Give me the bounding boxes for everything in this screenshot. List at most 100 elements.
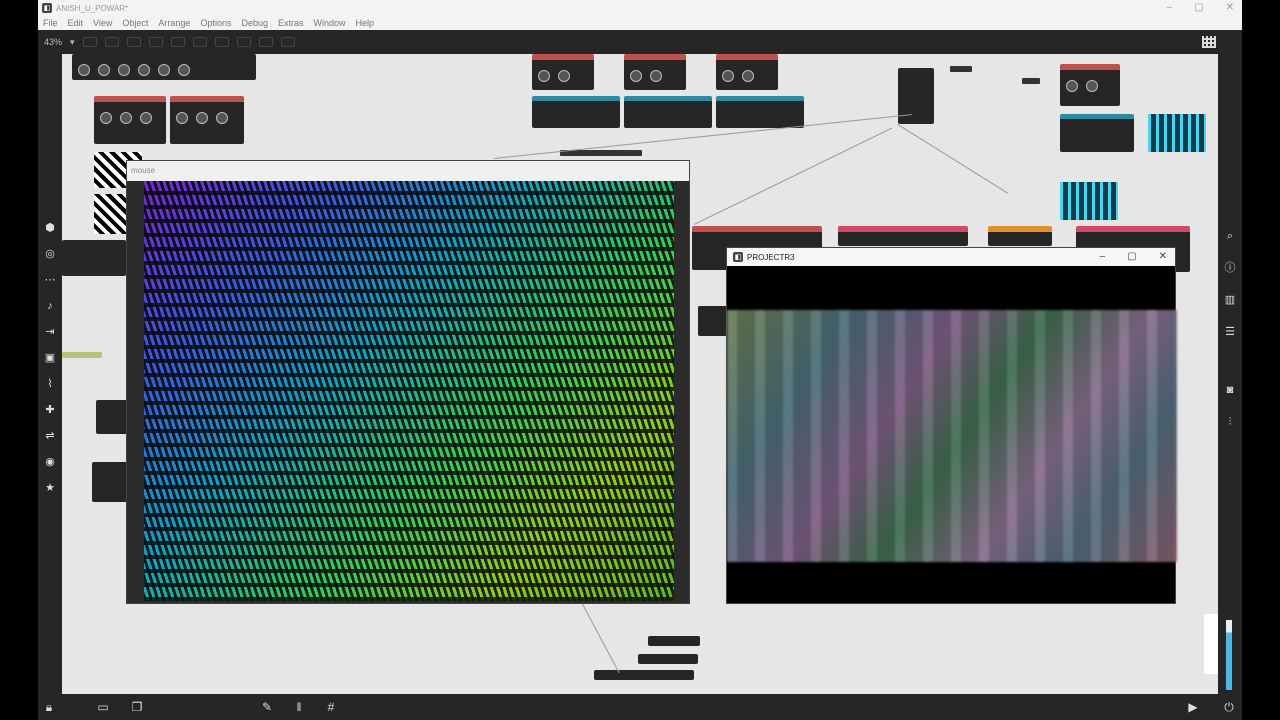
level-meter[interactable]	[1204, 614, 1218, 674]
bars-icon[interactable]: ‖	[292, 700, 306, 714]
toolbar-button[interactable]	[148, 37, 163, 47]
maximize-button[interactable]: ▢	[1127, 251, 1136, 262]
projector-title-bar: ◧ PROJECTR3 – ▢ ✕	[727, 248, 1175, 266]
texture-preview	[94, 194, 126, 234]
projector-window[interactable]: ◧ PROJECTR3 – ▢ ✕	[726, 247, 1177, 604]
left-sidebar: ⬢ ◎ ⋯ ♪ ⇥ ▣ ⌇ ✚ ⇌ ◉ ★	[38, 54, 62, 694]
patch-object[interactable]	[96, 400, 128, 434]
patch-object[interactable]	[624, 54, 686, 90]
patch-object[interactable]	[716, 96, 804, 128]
menu-arrange[interactable]: Arrange	[158, 18, 190, 28]
toolbar-button[interactable]	[280, 37, 295, 47]
projector-render-view[interactable]	[727, 310, 1177, 562]
menu-edit[interactable]: Edit	[68, 18, 84, 28]
star-icon[interactable]: ★	[44, 482, 56, 494]
mouse-render-view[interactable]	[144, 181, 674, 601]
patch-object[interactable]	[988, 226, 1052, 246]
app-icon: ◧	[733, 252, 743, 262]
patch-object[interactable]	[1060, 114, 1134, 152]
presentation-icon[interactable]: ▭	[96, 700, 110, 714]
menu-help[interactable]: Help	[356, 18, 375, 28]
toolbar-button[interactable]	[192, 37, 207, 47]
projector-controls: – ▢ ✕	[1100, 251, 1167, 262]
play-icon[interactable]: ▶	[1186, 700, 1200, 714]
minimize-button[interactable]: –	[1100, 251, 1106, 262]
patch-object[interactable]	[532, 96, 620, 128]
window-controls: – ▢ ✕	[1167, 2, 1234, 13]
toolbar-button[interactable]	[126, 37, 141, 47]
right-sidebar: ⌕ ⓘ ▥ ☰ ◙ ⫶	[1218, 54, 1242, 694]
patch-object[interactable]	[1060, 64, 1120, 106]
grid-icon[interactable]: #	[324, 700, 338, 714]
mouse-window[interactable]: mouse	[126, 160, 690, 604]
title-bar: ◧ ANISH_U_POWAR* – ▢ ✕	[38, 0, 1242, 16]
patch-object[interactable]	[698, 306, 728, 336]
message-box[interactable]	[950, 66, 972, 72]
windows-icon[interactable]: ❐	[130, 700, 144, 714]
patch-object[interactable]	[170, 96, 244, 144]
menu-view[interactable]: View	[93, 18, 112, 28]
toolbar-button[interactable]	[214, 37, 229, 47]
info-icon[interactable]: ⓘ	[1224, 262, 1236, 274]
menu-debug[interactable]: Debug	[241, 18, 268, 28]
patch-object[interactable]	[838, 226, 968, 246]
book-icon[interactable]: ▥	[1224, 294, 1236, 306]
patch-cord[interactable]	[581, 602, 620, 674]
zoom-level[interactable]: 43%	[44, 37, 62, 47]
grid-icon[interactable]	[1202, 36, 1216, 48]
step-icon[interactable]: ⇥	[44, 326, 56, 338]
note-icon[interactable]: ♪	[44, 300, 56, 312]
menu-options[interactable]: Options	[200, 18, 231, 28]
toolbar-button[interactable]	[82, 37, 97, 47]
camera-icon[interactable]: ◙	[1224, 384, 1236, 396]
patch-object[interactable]	[92, 462, 128, 502]
image-icon[interactable]: ▣	[44, 352, 56, 364]
menu-file[interactable]: File	[43, 18, 58, 28]
patch-object[interactable]	[532, 54, 594, 90]
bottom-toolbar: 🔒︎ ▭ ❐ ✎ ‖ # ▶ ⏻	[38, 694, 1242, 720]
toolbar-button[interactable]	[104, 37, 119, 47]
menu-object[interactable]: Object	[122, 18, 148, 28]
sliders-icon[interactable]: ⫶	[1224, 416, 1236, 428]
menu-bar: File Edit View Object Arrange Options De…	[38, 16, 1242, 30]
step-icon[interactable]: ⋯	[44, 274, 56, 286]
maximize-button[interactable]: ▢	[1194, 2, 1203, 13]
close-button[interactable]: ✕	[1226, 2, 1234, 13]
patch-object[interactable]	[72, 54, 256, 80]
patch-object[interactable]	[594, 670, 694, 680]
paperclip-icon[interactable]: ⌇	[44, 378, 56, 390]
wrench-icon[interactable]: ✎	[260, 700, 274, 714]
circle-icon[interactable]: ◉	[44, 456, 56, 468]
patch-object[interactable]	[94, 96, 166, 144]
toolbar-button[interactable]	[170, 37, 185, 47]
message-box[interactable]	[62, 352, 102, 358]
patch-cord[interactable]	[694, 127, 893, 225]
patch-object[interactable]	[624, 96, 712, 128]
search-icon[interactable]: ⌕	[1224, 230, 1236, 242]
toolbar: 43% ▾	[38, 30, 1242, 54]
list-icon[interactable]: ☰	[1224, 326, 1236, 338]
toolbar-button[interactable]	[258, 37, 273, 47]
chevron-down-icon[interactable]: ▾	[70, 37, 75, 48]
level-meter	[1226, 620, 1232, 690]
menu-extras[interactable]: Extras	[278, 18, 304, 28]
menu-window[interactable]: Window	[314, 18, 346, 28]
cube-icon[interactable]: ⬢	[44, 222, 56, 234]
patch-object[interactable]	[62, 240, 126, 276]
target-icon[interactable]: ◎	[44, 248, 56, 260]
puzzle-icon[interactable]: ✚	[44, 404, 56, 416]
patch-cord[interactable]	[897, 124, 1009, 194]
toolbar-button[interactable]	[236, 37, 251, 47]
waveform-display	[1060, 182, 1118, 220]
patch-object[interactable]	[648, 636, 700, 646]
message-box[interactable]	[560, 150, 642, 156]
power-icon[interactable]: ⏻	[1222, 700, 1236, 714]
minimize-button[interactable]: –	[1167, 2, 1173, 13]
lock-icon[interactable]: 🔒︎	[42, 700, 56, 714]
app-icon: ◧	[42, 3, 52, 13]
patch-object[interactable]	[716, 54, 778, 90]
close-button[interactable]: ✕	[1159, 251, 1167, 262]
message-box[interactable]	[1022, 78, 1040, 84]
patch-object[interactable]	[638, 654, 698, 664]
link-icon[interactable]: ⇌	[44, 430, 56, 442]
